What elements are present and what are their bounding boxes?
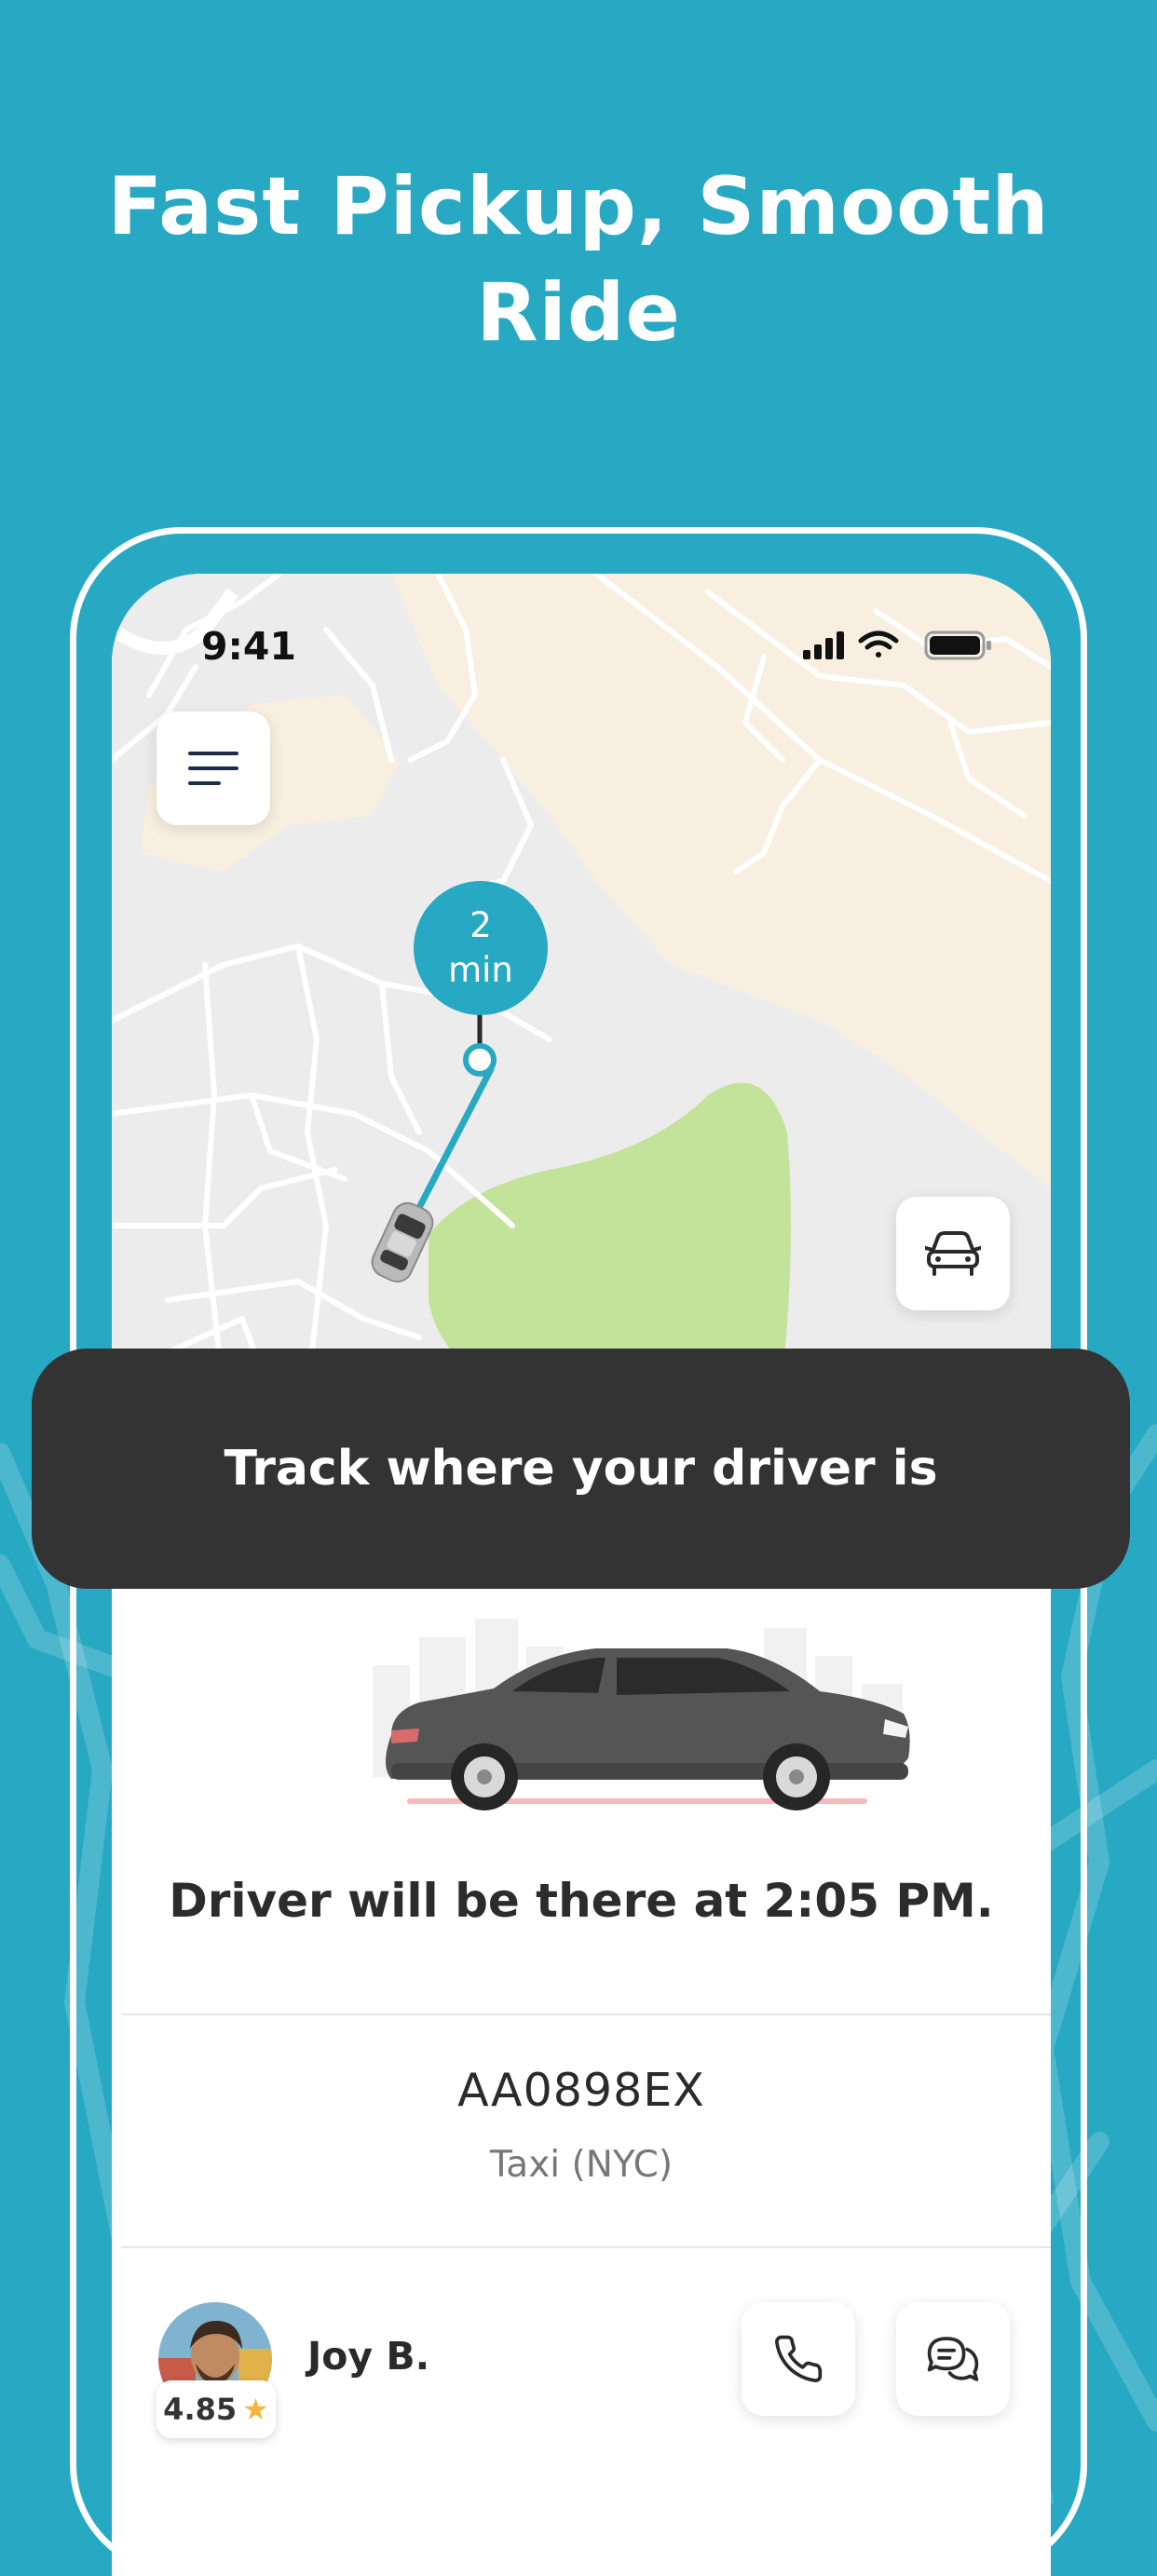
car-illustration xyxy=(373,1619,910,1810)
battery-icon xyxy=(924,630,991,660)
phone-icon xyxy=(775,2335,823,2382)
car-icon xyxy=(925,1231,981,1276)
menu-icon xyxy=(188,752,238,785)
headline-line-1: Fast Pickup, Smooth xyxy=(107,160,1050,253)
driver-rating: 4.85 xyxy=(163,2392,238,2427)
divider-bottom xyxy=(121,2246,1051,2248)
star-icon: ★ xyxy=(242,2392,269,2427)
feature-banner: Track where your driver is xyxy=(32,1349,1130,1589)
headline-line-2: Ride xyxy=(476,266,681,359)
license-plate: AA0898EX xyxy=(457,2064,705,2117)
arrival-text: Driver will be there at 2:05 PM. xyxy=(169,1874,994,1928)
menu-button[interactable] xyxy=(157,712,270,825)
headline: Fast Pickup, Smooth Ride xyxy=(0,154,1157,366)
status-time: 9:41 xyxy=(201,624,296,669)
wifi-icon xyxy=(858,630,899,658)
call-driver-button[interactable] xyxy=(742,2302,855,2416)
signal-icon xyxy=(803,631,844,659)
vehicle-type: Taxi (NYC) xyxy=(489,2144,674,2186)
driver-rating-badge: 4.85 ★ xyxy=(157,2380,276,2438)
status-icons xyxy=(803,630,993,665)
eta-marker: 2 min xyxy=(414,881,548,1015)
divider-top xyxy=(121,2013,1051,2015)
vehicle-view-button[interactable] xyxy=(896,1197,1010,1310)
eta-value: 2 xyxy=(470,905,492,945)
feature-banner-text: Track where your driver is xyxy=(224,1441,938,1497)
driver-name: Joy B. xyxy=(307,2334,430,2379)
chat-driver-button[interactable] xyxy=(896,2302,1010,2416)
chat-icon xyxy=(927,2337,979,2381)
eta-unit: min xyxy=(448,950,513,990)
